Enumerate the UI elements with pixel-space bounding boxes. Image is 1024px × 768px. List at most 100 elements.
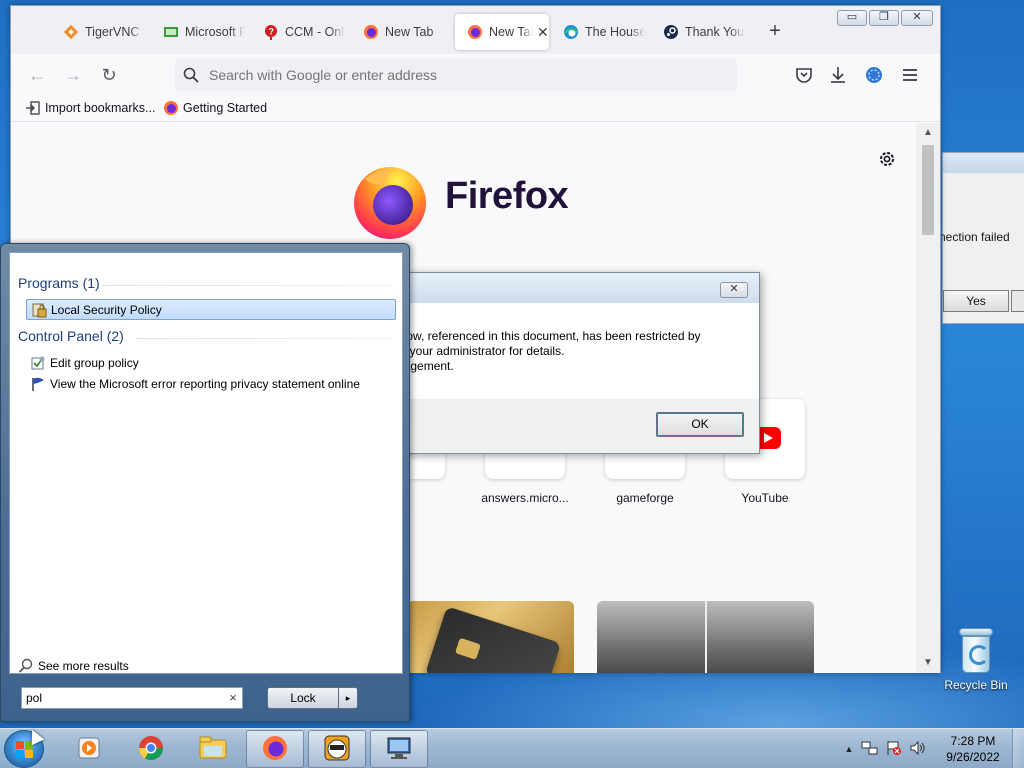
bookmark-import[interactable]: Import bookmarks... bbox=[25, 100, 155, 116]
tigervnc-icon bbox=[63, 24, 79, 40]
close-tab-icon[interactable]: ✕ bbox=[537, 24, 549, 41]
start-menu: Programs (1) Local Security Policy Contr… bbox=[0, 243, 410, 722]
start-search-input[interactable] bbox=[26, 688, 222, 708]
clock-time: 7:28 PM bbox=[950, 734, 996, 748]
bookmarks-toolbar: Import bookmarks... Getting Started bbox=[11, 96, 940, 122]
tab-thank-you[interactable]: Thank You bbox=[651, 14, 751, 50]
background-connection-dialog: nection failed Yes bbox=[939, 152, 1024, 324]
tab-label: New Tab bbox=[385, 25, 434, 39]
taskbar-chrome[interactable] bbox=[122, 730, 180, 768]
program-label: Local Security Policy bbox=[51, 302, 162, 317]
tab-strip: TigerVNC Microsoft F ? CCM - Onl New Tab bbox=[11, 6, 940, 54]
shortcut-label: YouTube bbox=[741, 491, 789, 505]
reload-icon[interactable]: ↻ bbox=[97, 64, 121, 88]
system-clock[interactable]: 7:28 PM 9/26/2022 bbox=[938, 733, 1008, 765]
file-explorer-icon bbox=[198, 734, 228, 765]
navigation-toolbar: ← → ↻ bbox=[11, 54, 940, 96]
tab-the-house[interactable]: The House bbox=[551, 14, 651, 50]
address-input[interactable] bbox=[209, 59, 709, 91]
close-window-button[interactable]: ✕ bbox=[901, 10, 933, 26]
dialog-ok-button[interactable]: OK bbox=[656, 412, 744, 437]
forward-icon[interactable]: → bbox=[61, 64, 85, 88]
background-dialog-yes-button[interactable]: Yes bbox=[943, 290, 1009, 312]
menu-icon[interactable] bbox=[899, 64, 921, 86]
start-menu-results: Programs (1) Local Security Policy Contr… bbox=[9, 252, 403, 674]
notification-area: ▲ bbox=[842, 729, 932, 768]
back-icon[interactable]: ← bbox=[25, 64, 49, 88]
firefox-icon bbox=[261, 734, 289, 765]
new-tab-button[interactable]: + bbox=[763, 20, 787, 44]
group-policy-icon bbox=[30, 355, 46, 371]
see-more-results-link[interactable]: See more results bbox=[18, 658, 129, 674]
firefox-icon bbox=[163, 100, 179, 116]
background-dialog-titlebar bbox=[943, 153, 1024, 173]
show-desktop-button[interactable] bbox=[1012, 729, 1024, 768]
bookmark-label: Import bookmarks... bbox=[45, 101, 156, 115]
maximize-button[interactable]: ❐ bbox=[869, 10, 899, 26]
scroll-up-icon[interactable]: ▲ bbox=[922, 127, 934, 139]
dialog-titlebar bbox=[397, 273, 759, 303]
taskbar-game-app[interactable] bbox=[308, 730, 366, 768]
power-options-arrow-icon[interactable]: ▸ bbox=[338, 687, 358, 709]
see-more-label: See more results bbox=[38, 659, 129, 673]
tab-label: Microsoft F bbox=[185, 25, 245, 39]
restriction-error-dialog: ✕ elow, referenced in this document, has… bbox=[396, 272, 760, 454]
recycle-bin-shortcut[interactable]: Recycle Bin bbox=[938, 628, 1014, 692]
shortcut-label: gameforge bbox=[616, 491, 674, 505]
microsoft-icon bbox=[163, 24, 179, 40]
control-panel-error-reporting-statement[interactable]: View the Microsoft error reporting priva… bbox=[26, 373, 360, 394]
taskbar-file-explorer[interactable] bbox=[184, 730, 242, 768]
settings-gear-icon[interactable] bbox=[877, 149, 897, 169]
show-hidden-icons-button[interactable]: ▲ bbox=[842, 744, 856, 754]
background-dialog-second-button[interactable] bbox=[1011, 290, 1024, 312]
start-search-box[interactable]: × bbox=[21, 687, 243, 709]
page-scrollbar[interactable]: ▲ ▼ bbox=[916, 123, 940, 673]
scrollbar-thumb[interactable] bbox=[922, 145, 934, 235]
shortcut-label: answers.micro... bbox=[481, 491, 569, 505]
steam-icon bbox=[663, 24, 679, 40]
taskbar-remote-desktop[interactable] bbox=[370, 730, 428, 768]
tab-label: TigerVNC bbox=[85, 25, 140, 39]
desktop: nection failed Yes Recycle Bin TigerVNC … bbox=[0, 0, 1024, 728]
tab-ccm[interactable]: ? CCM - Onl bbox=[251, 14, 351, 50]
volume-icon[interactable] bbox=[908, 739, 932, 759]
magnifier-icon bbox=[18, 658, 34, 674]
tab-new-tab-active[interactable]: New Tab ✕ bbox=[455, 14, 549, 50]
recycle-bin-icon bbox=[959, 628, 993, 674]
firefox-wordmark: Firefox bbox=[445, 175, 569, 217]
control-panel-heading[interactable]: Control Panel (2) bbox=[18, 328, 124, 344]
import-icon bbox=[25, 100, 41, 116]
network-icon[interactable] bbox=[860, 739, 884, 759]
control-panel-label: Edit group policy bbox=[50, 355, 139, 370]
programs-heading[interactable]: Programs (1) bbox=[18, 275, 100, 291]
minimize-button[interactable]: ▭ bbox=[837, 10, 867, 26]
taskbar-firefox[interactable] bbox=[246, 730, 304, 768]
account-icon[interactable] bbox=[863, 64, 885, 86]
tab-label: Thank You bbox=[685, 25, 745, 39]
control-panel-label: View the Microsoft error reporting priva… bbox=[50, 376, 360, 391]
control-panel-edit-group-policy[interactable]: Edit group policy bbox=[26, 352, 139, 373]
url-bar[interactable] bbox=[175, 59, 737, 91]
clear-search-icon[interactable]: × bbox=[226, 690, 240, 706]
action-center-flag-icon[interactable] bbox=[884, 739, 908, 759]
story-card-landscape[interactable] bbox=[597, 601, 814, 673]
pocket-icon[interactable] bbox=[793, 64, 815, 86]
edge-icon bbox=[563, 24, 579, 40]
taskbar-media-player[interactable] bbox=[60, 730, 118, 768]
chrome-icon bbox=[137, 734, 165, 765]
tab-new-tab[interactable]: New Tab bbox=[351, 14, 451, 50]
lock-button[interactable]: Lock bbox=[267, 687, 339, 709]
dialog-body: elow, referenced in this document, has b… bbox=[397, 303, 759, 399]
story-card-credit-card[interactable] bbox=[407, 601, 574, 673]
background-dialog-message: nection failed bbox=[939, 230, 1010, 244]
program-local-security-policy[interactable]: Local Security Policy bbox=[26, 299, 396, 320]
scroll-down-icon[interactable]: ▼ bbox=[922, 657, 934, 669]
bookmark-getting-started[interactable]: Getting Started bbox=[163, 100, 267, 116]
tab-microsoft[interactable]: Microsoft F bbox=[151, 14, 251, 50]
tab-tigervnc[interactable]: TigerVNC bbox=[51, 14, 151, 50]
bookmark-label: Getting Started bbox=[183, 101, 268, 115]
tab-label: CCM - Onl bbox=[285, 25, 345, 39]
dialog-close-button[interactable]: ✕ bbox=[720, 282, 748, 298]
firefox-logo-icon bbox=[349, 159, 431, 241]
downloads-icon[interactable] bbox=[827, 64, 849, 86]
